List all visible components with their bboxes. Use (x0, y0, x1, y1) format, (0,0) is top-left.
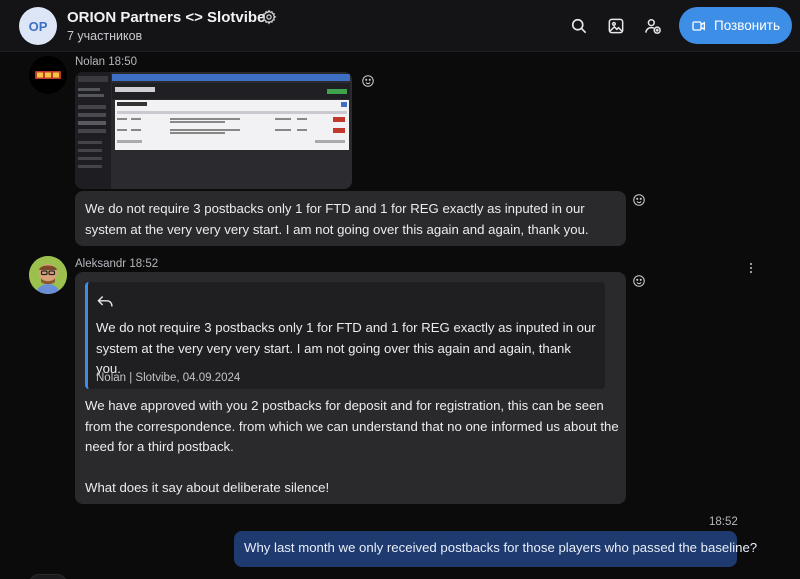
reaction-icon[interactable] (632, 274, 646, 288)
more-icon[interactable] (746, 262, 756, 274)
reply-icon (97, 296, 113, 307)
media-icon[interactable] (606, 16, 626, 36)
chat-title[interactable]: ORION Partners <> Slotvibe (67, 9, 265, 26)
message-time: 18:52 (709, 516, 738, 528)
quote-meta: Nolan | Slotvibe, 04.09.2024 (96, 372, 241, 384)
add-member-icon[interactable] (643, 16, 663, 36)
search-icon[interactable] (569, 16, 589, 36)
message-bubble[interactable]: We do not require 3 postbacks only 1 for… (75, 272, 626, 504)
group-avatar[interactable]: OP (19, 7, 57, 45)
user-photo-icon (29, 256, 67, 294)
message-bubble[interactable]: We do not require 3 postbacks only 1 for… (75, 191, 626, 246)
avatar[interactable] (29, 256, 67, 294)
sender-name[interactable]: Nolan 18:50 (75, 56, 137, 68)
message-text: What does it say about deliberate silenc… (85, 480, 330, 495)
call-button[interactable]: Позвонить (679, 7, 792, 44)
reply-quote[interactable]: We do not require 3 postbacks only 1 for… (85, 282, 605, 389)
slotvibe-logo-icon (29, 56, 67, 94)
reaction-icon[interactable] (361, 74, 375, 88)
settings-icon[interactable] (261, 9, 277, 25)
sender-name[interactable]: Aleksandr 18:52 (75, 258, 158, 270)
message-text: We do not require 3 postbacks only 1 for… (85, 201, 589, 237)
own-message-bubble[interactable]: Why last month we only received postback… (234, 531, 757, 567)
call-button-label: Позвонить (714, 18, 780, 33)
phone-icon (692, 20, 705, 31)
avatar[interactable] (29, 56, 67, 94)
attached-image[interactable] (75, 72, 352, 189)
message-text: We have approved with you 2 postbacks fo… (85, 398, 619, 454)
avatar[interactable] (29, 574, 67, 579)
reaction-icon[interactable] (632, 193, 646, 207)
message-text: Why last month we only received postback… (244, 540, 758, 555)
members-count[interactable]: 7 участников (67, 29, 142, 43)
chat-header: OP ORION Partners <> Slotvibe 7 участник… (0, 0, 800, 52)
